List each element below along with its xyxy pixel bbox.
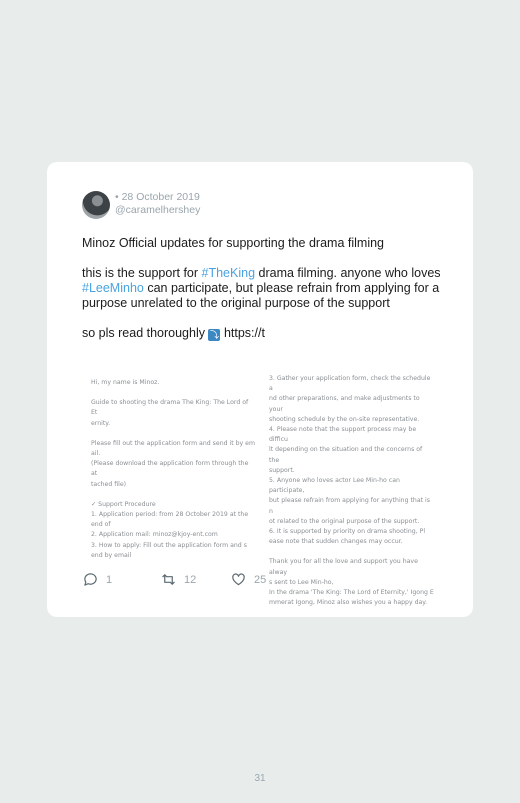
document-line: Thank you for all the love and support y… [269, 558, 418, 576]
document-line: 2. Application mail: minoz@kjoy-ent.com [91, 531, 218, 539]
document-line: lt depending on the situation and the co… [269, 446, 423, 464]
document-line: (Please download the application form th… [91, 460, 249, 478]
retweet-count: 12 [184, 573, 197, 586]
tweet-text-segment: so pls read thoroughly [82, 326, 209, 340]
document-line: Please fill out the application form and… [91, 439, 256, 447]
heart-icon [232, 573, 245, 586]
document-line: 1. Application period: from 28 October 2… [91, 511, 249, 519]
user-handle[interactable]: @caramelhershey [115, 204, 200, 217]
reply-icon [84, 573, 97, 586]
document-line: mmerat Igong, Minoz also wishes you a ha… [269, 599, 428, 607]
reply-count: 1 [106, 573, 113, 586]
document-line: 6. It is supported by priority on drama … [269, 528, 426, 536]
tweet-text-segment: drama filming. anyone who loves [255, 266, 441, 280]
document-line: but please refrain from applying for any… [269, 497, 430, 515]
like-button[interactable]: 25 [231, 572, 266, 587]
document-line: ✓ Support Procedure [91, 500, 156, 508]
document-line: ease note that sudden changes may occur. [269, 538, 403, 546]
document-line: 3. Gather your application form, check t… [269, 375, 431, 393]
document-line: 4. Please note that the support process … [269, 426, 417, 444]
like-count: 25 [254, 573, 267, 586]
attached-document-image[interactable]: Hi, my name is Minoz. Guide to shooting t… [83, 372, 443, 606]
reply-button[interactable]: 1 [83, 572, 112, 587]
document-line: s sent to Lee Min-ho, [269, 578, 334, 586]
document-line: Hi, my name is Minoz. [91, 379, 160, 386]
document-line: ernity. [91, 419, 111, 427]
document-line: 5. Anyone who loves actor Lee Min-ho can… [269, 477, 400, 495]
tweet-meta: • 28 October 2019 @caramelhershey [115, 191, 200, 217]
document-line: Guide to shooting the drama The King: Th… [91, 399, 249, 417]
tweet-line-1: Minoz Official updates for supporting th… [82, 236, 385, 250]
tweet-paragraph-3: so pls read thoroughly ⤵ https://t [82, 326, 442, 341]
document-line: ail. [91, 450, 101, 458]
tweet-date: • 28 October 2019 [115, 191, 200, 203]
document-line: end by email [91, 551, 132, 559]
document-line: shooting schedule by the on-site represe… [269, 415, 420, 423]
tweet-card: • 28 October 2019 @caramelhershey Minoz … [47, 162, 473, 617]
arrow-down-emoji-icon: ⤵ [208, 329, 221, 341]
document-line: 3. How to apply: Fill out the applicatio… [91, 541, 247, 549]
document-line: ot related to the original purpose of th… [269, 517, 420, 525]
document-line: tached file) [91, 480, 127, 488]
tweet-paragraph-2: this is the support for #TheKing drama f… [82, 266, 442, 311]
tweet-link[interactable]: https://t [220, 326, 265, 340]
hashtag-leeminho[interactable]: #LeeMinho [82, 281, 144, 295]
document-line: end of [91, 521, 111, 529]
tweet-text-segment: this is the support for [82, 266, 202, 280]
document-line: support. [269, 466, 295, 474]
document-right-column: 3. Gather your application form, check t… [269, 374, 434, 608]
avatar[interactable] [82, 191, 110, 219]
retweet-button[interactable]: 12 [161, 572, 196, 587]
retweet-icon [162, 574, 175, 585]
document-left-column: Hi, my name is Minoz. Guide to shooting t… [91, 378, 256, 561]
tweet-text: Minoz Official updates for supporting th… [82, 236, 442, 356]
page-number: 31 [254, 773, 266, 784]
document-line: nd other preparations, and make adjustme… [269, 395, 420, 413]
document-line: In the drama 'The King: The Lord of Eter… [269, 589, 434, 597]
hashtag-theking[interactable]: #TheKing [202, 266, 256, 280]
